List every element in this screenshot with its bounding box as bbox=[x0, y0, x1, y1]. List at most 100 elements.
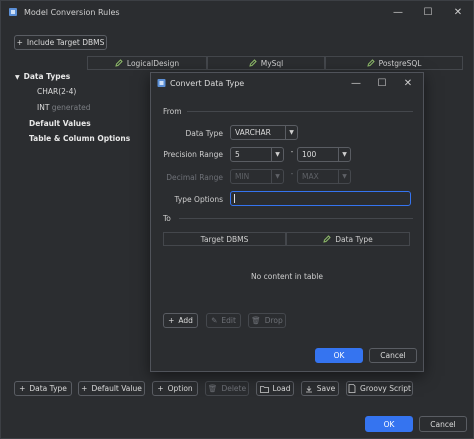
main-ok-button[interactable]: OK bbox=[365, 416, 413, 432]
trash-icon: 🗑 bbox=[207, 384, 218, 393]
tree-item-suffix: generated bbox=[51, 103, 91, 112]
plus-icon: + bbox=[157, 384, 164, 393]
delete-button[interactable]: 🗑 Delete bbox=[205, 381, 249, 396]
save-button[interactable]: Save bbox=[301, 381, 339, 396]
add-default-value-button[interactable]: + Default Value bbox=[78, 381, 145, 396]
pencil-icon bbox=[323, 235, 331, 243]
button-label: OK bbox=[333, 351, 345, 360]
precision-min-select[interactable]: 5 ▼ bbox=[230, 147, 284, 162]
button-label: Delete bbox=[221, 384, 247, 393]
dialog-ok-button[interactable]: OK bbox=[315, 348, 363, 363]
data-type-label: Data Type bbox=[185, 129, 223, 138]
pencil-icon: ✎ bbox=[211, 316, 218, 325]
precision-range-label: Precision Range bbox=[163, 150, 223, 159]
button-label: Option bbox=[167, 384, 193, 393]
decimal-min-select[interactable]: MIN ▼ bbox=[230, 169, 284, 184]
minimize-icon: — bbox=[393, 6, 403, 18]
button-label: Data Type bbox=[29, 384, 67, 393]
from-separator bbox=[187, 111, 413, 112]
tree-item-data-types[interactable]: ▼ Data Types bbox=[15, 72, 70, 81]
tree-item-default-values[interactable]: Default Values bbox=[29, 119, 91, 128]
tree-item-label: Data Types bbox=[23, 72, 71, 81]
plus-icon: + bbox=[168, 316, 175, 325]
button-label: Default Value bbox=[91, 384, 142, 393]
button-label: OK bbox=[383, 419, 395, 429]
dialog-edit-button[interactable]: ✎ Edit bbox=[206, 313, 241, 328]
script-icon bbox=[348, 384, 356, 393]
dialog-minimize-button[interactable]: — bbox=[343, 73, 369, 93]
tree-item-label: Table & Column Options bbox=[29, 134, 131, 143]
pencil-icon bbox=[249, 59, 257, 67]
from-section-label: From bbox=[163, 107, 182, 116]
tree-item-char[interactable]: CHAR(2-4) bbox=[37, 87, 76, 96]
precision-min-value: 5 bbox=[235, 150, 240, 159]
include-target-dbms-label: Include Target DBMS bbox=[26, 38, 105, 47]
app-icon bbox=[157, 79, 166, 87]
main-cancel-button[interactable]: Cancel bbox=[419, 416, 467, 432]
decimal-max-select[interactable]: MAX ▼ bbox=[297, 169, 351, 184]
dialog-drop-button[interactable]: 🗑 Drop bbox=[248, 313, 286, 328]
model-conversion-rules-window: Model Conversion Rules — ☐ ✕ + Include T… bbox=[0, 0, 474, 439]
add-data-type-button[interactable]: + Data Type bbox=[14, 381, 72, 396]
window-title: Model Conversion Rules bbox=[24, 7, 120, 17]
dialog-add-button[interactable]: + Add bbox=[163, 313, 198, 328]
chevron-down-icon: ▼ bbox=[285, 126, 297, 139]
chevron-down-icon: ▼ bbox=[271, 148, 283, 161]
table-header-label: Data Type bbox=[335, 234, 373, 244]
decimal-dash: - bbox=[290, 169, 294, 178]
include-target-dbms-button[interactable]: + Include Target DBMS bbox=[14, 35, 107, 50]
column-header-label: PostgreSQL bbox=[378, 58, 422, 68]
maximize-icon: ☐ bbox=[377, 77, 387, 89]
tree-item-label: Default Values bbox=[29, 119, 91, 128]
text-caret bbox=[234, 194, 235, 203]
type-options-label: Type Options bbox=[174, 195, 223, 204]
convert-data-type-dialog: Convert Data Type — ☐ ✕ From Data Type V… bbox=[150, 72, 424, 372]
column-header-logicaldesign[interactable]: LogicalDesign bbox=[87, 56, 207, 70]
decimal-range-label: Decimal Range bbox=[166, 173, 223, 182]
close-icon: ✕ bbox=[453, 6, 463, 18]
data-type-value: VARCHAR bbox=[235, 128, 271, 137]
app-icon bbox=[9, 8, 17, 16]
tree-item-label: CHAR(2-4) bbox=[37, 87, 77, 96]
chevron-down-icon[interactable]: ▼ bbox=[15, 74, 20, 81]
pencil-icon bbox=[115, 59, 123, 67]
data-type-select[interactable]: VARCHAR ▼ bbox=[230, 125, 298, 140]
tree-item-label: INT bbox=[37, 103, 50, 112]
column-header-label: LogicalDesign bbox=[126, 58, 180, 68]
trash-icon: 🗑 bbox=[251, 316, 261, 325]
plus-icon: + bbox=[16, 38, 23, 47]
maximize-icon: ☐ bbox=[423, 6, 433, 18]
dialog-close-button[interactable]: ✕ bbox=[395, 73, 421, 93]
column-header-mysql[interactable]: MySql bbox=[207, 56, 325, 70]
dialog-cancel-button[interactable]: Cancel bbox=[369, 348, 417, 363]
dialog-maximize-button[interactable]: ☐ bbox=[369, 73, 395, 93]
plus-icon: + bbox=[81, 384, 88, 393]
column-header-postgresql[interactable]: PostgreSQL bbox=[325, 56, 463, 70]
table-header-data-type[interactable]: Data Type bbox=[286, 232, 410, 246]
tree-item-int[interactable]: INT generated bbox=[37, 103, 91, 112]
button-label: Add bbox=[178, 316, 193, 325]
button-label: Save bbox=[316, 384, 336, 393]
tree-item-table-column-options[interactable]: Table & Column Options bbox=[29, 134, 130, 143]
pencil-icon bbox=[366, 59, 375, 67]
close-icon: ✕ bbox=[403, 77, 413, 89]
precision-max-select[interactable]: 100 ▼ bbox=[297, 147, 351, 162]
table-header-label: Target DBMS bbox=[200, 234, 249, 244]
table-header-target-dbms[interactable]: Target DBMS bbox=[163, 232, 286, 246]
decimal-max-value: MAX bbox=[302, 172, 319, 181]
add-option-button[interactable]: + Option bbox=[152, 381, 198, 396]
chevron-down-icon: ▼ bbox=[338, 170, 350, 183]
maximize-button[interactable]: ☐ bbox=[413, 1, 443, 23]
to-separator bbox=[179, 218, 413, 219]
button-label: Cancel bbox=[430, 419, 456, 429]
button-label: Load bbox=[272, 384, 291, 393]
close-button[interactable]: ✕ bbox=[443, 1, 473, 23]
type-options-input[interactable] bbox=[230, 191, 411, 206]
load-button[interactable]: Load bbox=[256, 381, 294, 396]
empty-table-message: No content in table bbox=[251, 272, 323, 281]
groovy-script-button[interactable]: Groovy Script bbox=[346, 381, 413, 396]
precision-dash: - bbox=[290, 147, 294, 156]
dialog-title: Convert Data Type bbox=[170, 78, 245, 88]
minimize-button[interactable]: — bbox=[383, 1, 413, 23]
chevron-down-icon: ▼ bbox=[271, 170, 283, 183]
